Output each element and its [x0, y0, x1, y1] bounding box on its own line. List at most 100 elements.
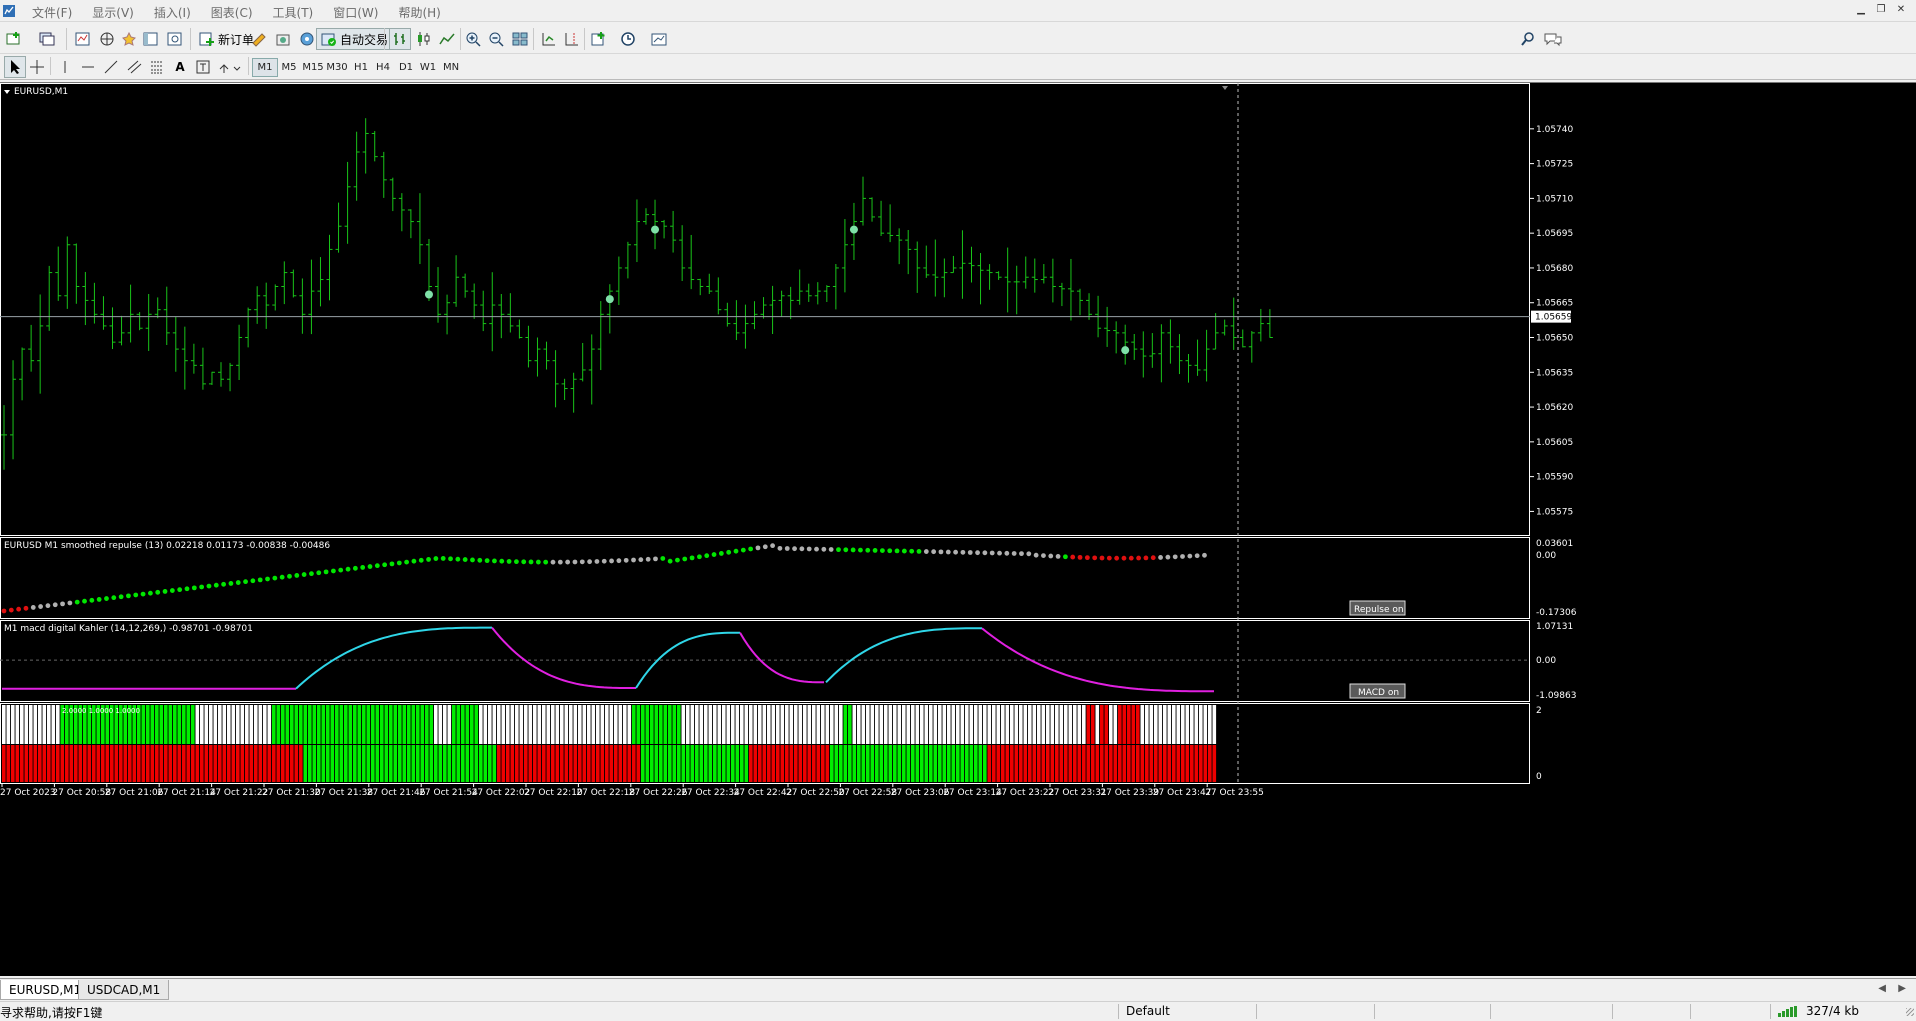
channel-icon[interactable] [123, 56, 145, 78]
heatmap-cell [965, 705, 969, 744]
indicators-icon[interactable] [589, 28, 611, 50]
heatmap-cell [1190, 705, 1194, 744]
menu-item[interactable]: 窗口(W) [323, 4, 388, 21]
tab-eurusd-m1[interactable]: EURUSD,M1 [0, 980, 91, 1000]
candle-chart-icon[interactable] [413, 28, 435, 50]
menu-item[interactable]: 插入(I) [144, 4, 201, 21]
cursor-icon[interactable] [4, 56, 26, 78]
chart-shift-icon[interactable] [560, 28, 582, 50]
minimize-icon[interactable]: ▁ [1854, 4, 1868, 16]
heatmap-cell [1032, 705, 1037, 744]
search-icon[interactable] [1518, 28, 1540, 50]
heatmap-cell [452, 745, 456, 782]
autotrading-icon [321, 33, 336, 46]
zoom-in-icon[interactable] [463, 28, 485, 50]
arrows-icon[interactable] [215, 56, 243, 78]
heatmap-cell [429, 705, 434, 744]
heatmap-cell [29, 745, 33, 782]
heatmap-cell [1050, 705, 1055, 744]
auto-trading-button[interactable]: 自动交易 [316, 28, 394, 50]
time-tick-label: 27 Oct 23:31 [1048, 788, 1107, 798]
repulse-dot [323, 569, 329, 575]
metaeditor-icon[interactable] [248, 28, 270, 50]
heatmap-cell [42, 705, 47, 744]
menu-item[interactable]: 工具(T) [263, 4, 324, 21]
menu-item[interactable]: 文件(F) [22, 4, 82, 21]
heatmap-cell [191, 705, 195, 744]
periods-icon[interactable] [617, 28, 639, 50]
chart-canvas[interactable]: 1.05740 1.05725 1.05710 1.05695 1.05680 1.056… [0, 83, 1916, 977]
bar-chart-icon[interactable] [389, 28, 411, 50]
heatmap-cell [407, 745, 411, 782]
navigator-icon[interactable] [96, 28, 118, 50]
terminal-icon[interactable] [140, 28, 162, 50]
heatmap-cell [983, 705, 987, 744]
timeframe-m30[interactable]: M30 [324, 58, 350, 77]
heatmap-cell [803, 705, 807, 744]
menu-item[interactable]: 图表(C) [201, 4, 263, 21]
new-chart-icon[interactable] [4, 28, 26, 50]
text-icon[interactable]: A [169, 56, 191, 78]
trendline-icon[interactable] [100, 56, 122, 78]
heatmap-cell [515, 705, 519, 744]
heatmap-cell [366, 705, 371, 744]
heatmap-cell [1113, 705, 1118, 744]
menu-item[interactable]: 帮助(H) [388, 4, 450, 21]
timeframe-m5[interactable]: M5 [276, 58, 302, 77]
horizontal-line-icon[interactable] [77, 56, 99, 78]
text-label-icon[interactable] [192, 56, 214, 78]
heatmap-cell [933, 745, 938, 782]
repulse-dot [345, 566, 351, 572]
timeframe-mn[interactable]: MN [438, 58, 464, 77]
heatmap-cell [1172, 705, 1176, 744]
status-profile: Default [1126, 1004, 1170, 1018]
heatmap-cell [137, 745, 141, 782]
tab-scroll-right-icon[interactable]: ▶ [1898, 983, 1906, 994]
tab-usdcad-m1[interactable]: USDCAD,M1 [78, 980, 170, 1000]
zoom-out-icon[interactable] [486, 28, 508, 50]
heatmap-cell [978, 705, 983, 744]
profiles-icon[interactable] [36, 28, 58, 50]
vertical-line-icon[interactable] [54, 56, 76, 78]
crosshair-icon[interactable] [26, 56, 48, 78]
repulse-dot [989, 550, 995, 556]
autoscroll-icon[interactable] [537, 28, 559, 50]
heatmap-cell [1194, 705, 1199, 744]
heatmap-cell [272, 705, 276, 744]
templates-icon[interactable] [648, 28, 670, 50]
signals-icon[interactable] [272, 28, 294, 50]
restore-icon[interactable]: ❐ [1874, 4, 1888, 16]
heatmap-cell [848, 745, 852, 782]
tile-icon[interactable] [509, 28, 531, 50]
tab-scroll-left-icon[interactable]: ◀ [1878, 983, 1886, 994]
repulse-dot [418, 557, 424, 563]
fibonacci-icon[interactable] [146, 56, 168, 78]
strategy-tester-icon[interactable] [164, 28, 186, 50]
chat-icon[interactable] [1542, 28, 1564, 50]
line-chart-icon[interactable] [436, 28, 458, 50]
repulse-dot [352, 565, 358, 571]
repulse-dot [272, 575, 278, 581]
data-window-icon[interactable] [118, 28, 140, 50]
vps-icon[interactable] [296, 28, 318, 50]
close-icon[interactable]: ✕ [1894, 4, 1908, 16]
heatmap-cell [434, 745, 438, 782]
heatmap-cell [272, 745, 276, 782]
heatmap-cell [1068, 705, 1073, 744]
repulse-dot [1114, 555, 1120, 561]
buy-signal-icon [605, 295, 614, 304]
heatmap-cell [1154, 745, 1158, 782]
repulse-dot [1194, 553, 1200, 559]
time-tick-label: 27 Oct 21:38 [314, 788, 373, 798]
drawing-toolbar: A M1 M5 M15 M30 H1 H4 D1 W1 MN [0, 55, 1916, 80]
heatmap-cell [1077, 705, 1082, 744]
timeframe-m15[interactable]: M15 [300, 58, 326, 77]
timeframe-m1[interactable]: M1 [252, 58, 278, 77]
repulse-dot [404, 559, 409, 565]
heatmap-cell [1113, 745, 1118, 782]
menu-item[interactable]: 显示(V) [82, 4, 144, 21]
repulse-dot [1187, 553, 1193, 559]
market-watch-icon[interactable] [72, 28, 94, 50]
repulse-dot [909, 548, 915, 554]
repulse-dot [828, 547, 834, 552]
